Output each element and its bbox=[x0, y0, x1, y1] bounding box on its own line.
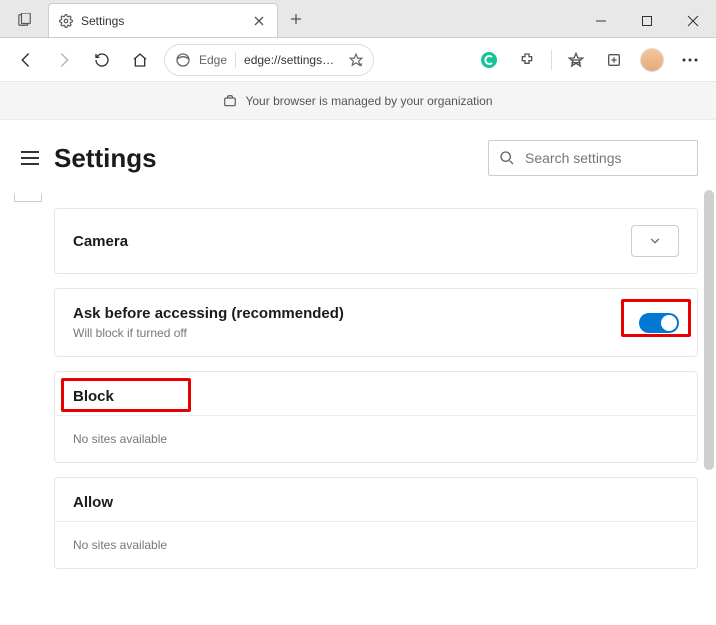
more-menu-button[interactable] bbox=[672, 42, 708, 78]
search-icon bbox=[499, 150, 515, 166]
address-url: edge://settings… bbox=[244, 53, 341, 67]
browser-tab[interactable]: Settings bbox=[48, 3, 278, 37]
address-bar[interactable]: Edge edge://settings… bbox=[164, 44, 374, 76]
managed-banner: Your browser is managed by your organiza… bbox=[0, 82, 716, 120]
close-tab-icon[interactable] bbox=[251, 13, 267, 29]
new-tab-button[interactable] bbox=[282, 5, 310, 33]
forward-button[interactable] bbox=[46, 42, 82, 78]
ask-before-row: Ask before accessing (recommended) Will … bbox=[55, 289, 697, 356]
gear-icon bbox=[59, 14, 73, 28]
menu-button[interactable] bbox=[18, 146, 42, 170]
maximize-button[interactable] bbox=[624, 5, 670, 37]
collections-icon[interactable] bbox=[596, 42, 632, 78]
cropped-element bbox=[14, 194, 42, 202]
chevron-down-icon bbox=[648, 234, 662, 248]
favorite-star-icon[interactable] bbox=[349, 53, 363, 67]
block-empty: No sites available bbox=[55, 416, 697, 462]
edge-logo-icon bbox=[175, 52, 191, 68]
ask-subtitle: Will block if turned off bbox=[73, 326, 344, 340]
scrollbar[interactable] bbox=[704, 190, 714, 470]
allow-card: Allow No sites available bbox=[54, 477, 698, 569]
camera-row[interactable]: Camera bbox=[55, 209, 697, 273]
block-card: Block No sites available bbox=[54, 371, 698, 463]
allow-title: Allow bbox=[55, 478, 697, 522]
managed-text: Your browser is managed by your organiza… bbox=[245, 94, 492, 108]
tab-strip: Settings bbox=[0, 0, 310, 37]
tab-actions-icon[interactable] bbox=[8, 3, 42, 37]
search-input[interactable] bbox=[525, 150, 687, 166]
divider bbox=[235, 52, 236, 68]
divider bbox=[551, 50, 552, 70]
expand-button[interactable] bbox=[631, 225, 679, 257]
favorites-icon[interactable] bbox=[558, 42, 594, 78]
settings-search[interactable] bbox=[488, 140, 698, 176]
settings-content: Camera Ask before accessing (recommended… bbox=[0, 194, 716, 625]
title-bar: Settings bbox=[0, 0, 716, 38]
address-label: Edge bbox=[199, 53, 227, 67]
extension-grammarly-icon[interactable] bbox=[471, 42, 507, 78]
browser-toolbar: Edge edge://settings… bbox=[0, 38, 716, 82]
ask-title: Ask before accessing (recommended) bbox=[73, 305, 344, 322]
camera-title: Camera bbox=[73, 233, 128, 250]
ask-before-card: Ask before accessing (recommended) Will … bbox=[54, 288, 698, 357]
highlight-block bbox=[61, 378, 191, 412]
settings-header: Settings bbox=[0, 120, 716, 194]
home-button[interactable] bbox=[122, 42, 158, 78]
window-controls bbox=[578, 5, 716, 37]
minimize-button[interactable] bbox=[578, 5, 624, 37]
tab-title: Settings bbox=[81, 14, 243, 28]
back-button[interactable] bbox=[8, 42, 44, 78]
page-title: Settings bbox=[54, 143, 157, 174]
briefcase-icon bbox=[223, 94, 237, 108]
allow-empty: No sites available bbox=[55, 522, 697, 568]
refresh-button[interactable] bbox=[84, 42, 120, 78]
camera-card: Camera bbox=[54, 208, 698, 274]
extensions-icon[interactable] bbox=[509, 42, 545, 78]
highlight-toggle bbox=[621, 299, 691, 337]
profile-avatar[interactable] bbox=[634, 42, 670, 78]
close-window-button[interactable] bbox=[670, 5, 716, 37]
